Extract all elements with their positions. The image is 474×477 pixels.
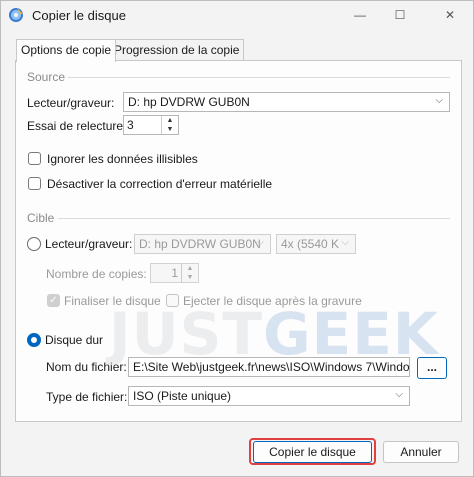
target-group-title: Cible [27, 211, 55, 225]
spinner-buttons: ▲ ▼ [161, 116, 178, 134]
maximize-button[interactable]: ☐ [385, 5, 415, 25]
chevron-down-icon: ⌵ [395, 389, 403, 400]
minimize-button[interactable]: — [345, 5, 375, 25]
copies-value: 1 [171, 266, 178, 280]
reread-label: Essai de relecture: [27, 119, 127, 133]
spinner-buttons: ▲ ▼ [181, 264, 198, 282]
source-drive-value: D: hp DVDRW GUB0N [128, 95, 250, 109]
chevron-down-icon: ⌵ [435, 95, 443, 106]
tab-copy-progress[interactable]: Progression de la copie [109, 39, 245, 61]
source-drive-label: Lecteur/graveur: [27, 96, 115, 110]
hard-disk-radio-label: Disque dur [45, 333, 104, 347]
target-burner-select[interactable]: D: hp DVDRW GUB0N ⌵ [134, 234, 271, 254]
reread-spinner[interactable]: 3 ▲ ▼ [123, 115, 179, 135]
disable-ecc-label: Désactiver la correction d'erreur matéri… [47, 177, 273, 191]
copy-disc-button[interactable]: Copier le disque [253, 441, 372, 463]
copies-label: Nombre de copies: [46, 267, 147, 281]
filetype-select[interactable]: ISO (Piste unique) ⌵ [128, 386, 410, 406]
source-separator [68, 77, 450, 78]
hard-disk-radio[interactable] [27, 333, 41, 347]
copies-spinner[interactable]: 1 ▲ ▼ [150, 263, 199, 283]
chevron-down-icon: ⌵ [341, 237, 349, 248]
filetype-label: Type de fichier: [46, 390, 128, 404]
ignore-unreadable-checkbox[interactable] [28, 152, 41, 165]
target-separator [58, 218, 450, 219]
justgeek-watermark: JUSTGEEK [109, 300, 439, 368]
filetype-value: ISO (Piste unique) [133, 389, 232, 403]
speed-value: 4x (5540 K [281, 237, 340, 251]
source-drive-select[interactable]: D: hp DVDRW GUB0N ⌵ [123, 92, 450, 112]
spin-down-icon[interactable]: ▼ [162, 125, 178, 134]
chevron-down-icon: ⌵ [256, 237, 264, 248]
close-button[interactable]: ✕ [435, 5, 465, 25]
disable-ecc-checkbox[interactable] [28, 177, 41, 190]
tab-copy-options[interactable]: Options de copie [16, 39, 117, 62]
target-burner-radio[interactable] [27, 237, 41, 251]
title-bar: Copier le disque — ☐ ✕ [1, 1, 473, 31]
ignore-unreadable-label: Ignorer les données illisibles [47, 152, 198, 166]
window-title: Copier le disque [32, 8, 126, 23]
source-group-title: Source [27, 70, 66, 84]
disc-copy-icon [9, 8, 23, 22]
speed-select[interactable]: 4x (5540 K ⌵ [276, 234, 356, 254]
watermark-part1: JUST [109, 300, 264, 368]
copy-disc-dialog: Copier le disque — ☐ ✕ Options de copie … [0, 0, 474, 477]
target-burner-value: D: hp DVDRW GUB0N [139, 237, 261, 251]
spin-up-icon[interactable]: ▲ [182, 264, 198, 273]
reread-value: 3 [127, 118, 134, 132]
spin-up-icon[interactable]: ▲ [162, 116, 178, 125]
target-burner-radio-label: Lecteur/graveur: [45, 237, 133, 251]
finalize-checkbox[interactable]: ✓ [47, 294, 60, 307]
spin-down-icon[interactable]: ▼ [182, 273, 198, 282]
cancel-button[interactable]: Annuler [383, 441, 459, 463]
watermark-part2: GEEK [263, 300, 439, 368]
